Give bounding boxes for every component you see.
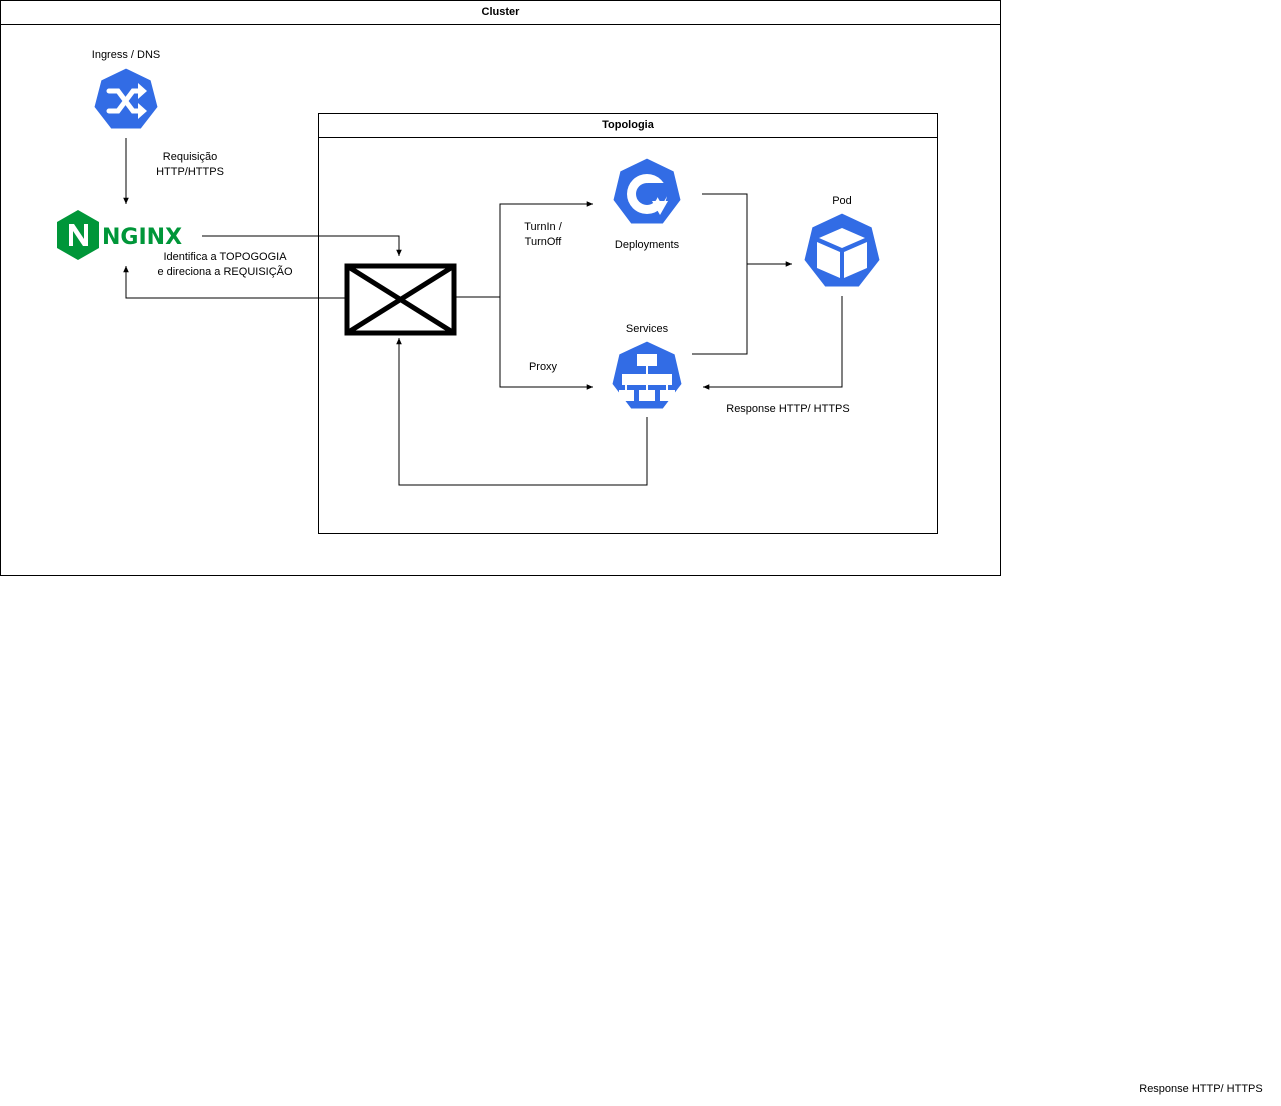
deployments-label: Deployments xyxy=(614,239,680,251)
turn-label-line2: TurnOff xyxy=(524,236,562,248)
pod-cube-icon xyxy=(801,212,884,300)
turn-label-line1: TurnIn / xyxy=(524,221,562,233)
ingress-label: Ingress / DNS xyxy=(91,49,161,61)
edge-pod-to-services xyxy=(703,296,843,390)
service-tree-icon xyxy=(609,340,686,422)
request-label-line2: HTTP/HTTPS xyxy=(156,166,224,178)
edge-deployments-to-pod xyxy=(702,193,792,267)
edge-services-to-pod xyxy=(692,264,748,355)
services-label: Services xyxy=(625,323,669,335)
proxy-label: Proxy xyxy=(528,361,558,373)
orphan-response-label: Response HTTP/ HTTPS xyxy=(1139,1083,1263,1095)
identify-label-line1: Identifica a TOPOGOGIA xyxy=(163,251,287,263)
gateway-x-box-icon xyxy=(344,263,457,341)
deployment-refresh-icon xyxy=(610,157,685,237)
ingress-shuffle-icon xyxy=(91,66,161,141)
response-label: Response HTTP/ HTTPS xyxy=(726,403,850,415)
identify-label-line2: e direciona a REQUISIÇÃO xyxy=(157,266,293,278)
pod-label: Pod xyxy=(832,195,852,207)
request-label-line1: Requisição xyxy=(162,151,218,163)
nginx-logo-text: NGINX xyxy=(102,225,182,250)
edge-gateway-to-deployments xyxy=(456,201,593,298)
